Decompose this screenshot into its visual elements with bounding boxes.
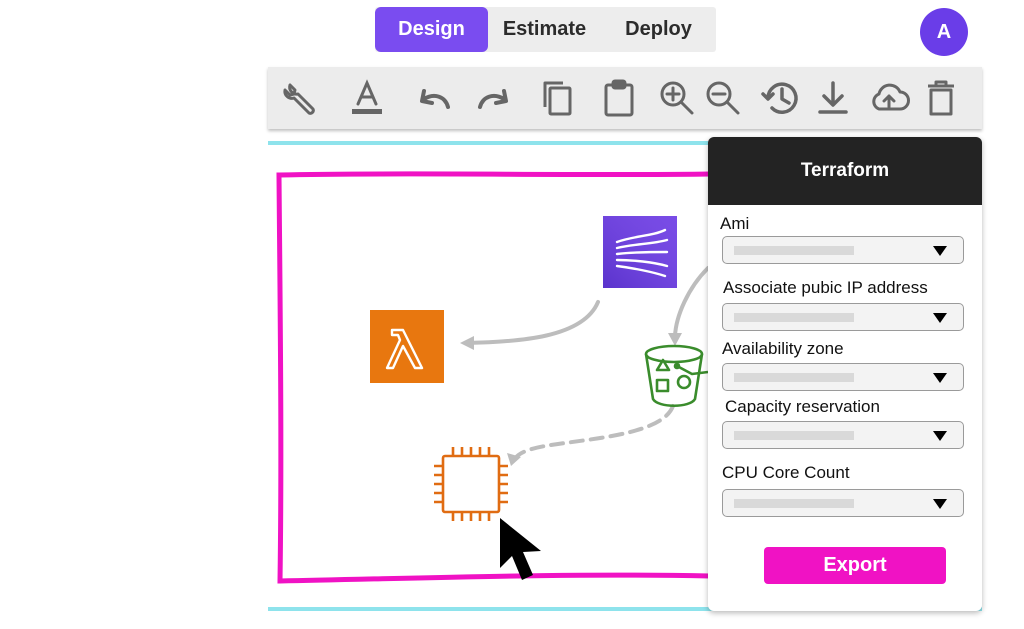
avatar[interactable]: A <box>920 8 968 56</box>
paste-icon[interactable] <box>596 75 642 121</box>
field-label-capacity-reservation: Capacity reservation <box>725 397 880 416</box>
dropdown-arrow-icon <box>933 373 947 383</box>
public-ip-select[interactable] <box>722 303 964 331</box>
upload-cloud-icon[interactable] <box>866 75 912 121</box>
capacity-reservation-select[interactable] <box>722 421 964 449</box>
tab-estimate[interactable]: Estimate <box>488 7 601 52</box>
kinesis-icon <box>603 216 677 288</box>
delete-icon[interactable] <box>918 75 964 121</box>
dropdown-arrow-icon <box>933 499 947 509</box>
connector-s3-ec2 <box>512 404 675 462</box>
ami-select[interactable] <box>722 236 964 264</box>
dropdown-arrow-icon <box>933 313 947 323</box>
connector-to-s3 <box>673 266 710 338</box>
text-color-icon[interactable] <box>344 75 390 121</box>
download-icon[interactable] <box>810 75 856 121</box>
dropdown-arrow-icon <box>933 246 947 256</box>
tab-design[interactable]: Design <box>375 7 488 52</box>
arrowhead-lambda <box>460 336 474 350</box>
select-value-placeholder <box>734 431 854 440</box>
copy-icon[interactable] <box>534 75 580 121</box>
connector-kinesis-lambda <box>464 300 600 345</box>
select-value-placeholder <box>734 373 854 382</box>
field-label-availability-zone: Availability zone <box>722 339 844 358</box>
field-label-cpu-core-count: CPU Core Count <box>722 463 850 482</box>
undo-icon[interactable] <box>410 75 456 121</box>
wrench-icon[interactable] <box>278 75 324 121</box>
s3-bucket-icon <box>644 344 709 408</box>
history-icon[interactable] <box>758 75 804 121</box>
tab-deploy[interactable]: Deploy <box>601 7 716 52</box>
field-label-public-ip: Associate pubic IP address <box>723 278 928 297</box>
panel-title: Terraform <box>708 137 982 205</box>
mode-tabs: Design Estimate Deploy <box>375 7 716 52</box>
select-value-placeholder <box>734 499 854 508</box>
dropdown-arrow-icon <box>933 431 947 441</box>
arrowhead-s3 <box>668 333 682 346</box>
ec2-instance-icon <box>434 447 508 521</box>
toolbar <box>268 67 982 129</box>
lambda-icon <box>370 310 444 383</box>
redo-icon[interactable] <box>472 75 518 121</box>
field-label-ami: Ami <box>720 214 750 233</box>
cpu-core-count-select[interactable] <box>722 489 964 517</box>
select-value-placeholder <box>734 246 854 255</box>
export-button[interactable]: Export <box>764 547 946 584</box>
availability-zone-select[interactable] <box>722 363 964 391</box>
zoom-out-icon[interactable] <box>700 75 746 121</box>
cursor-icon <box>500 518 541 580</box>
select-value-placeholder <box>734 313 854 322</box>
zoom-in-icon[interactable] <box>654 75 700 121</box>
terraform-panel: Terraform Ami Associate pubic IP address… <box>708 137 982 611</box>
